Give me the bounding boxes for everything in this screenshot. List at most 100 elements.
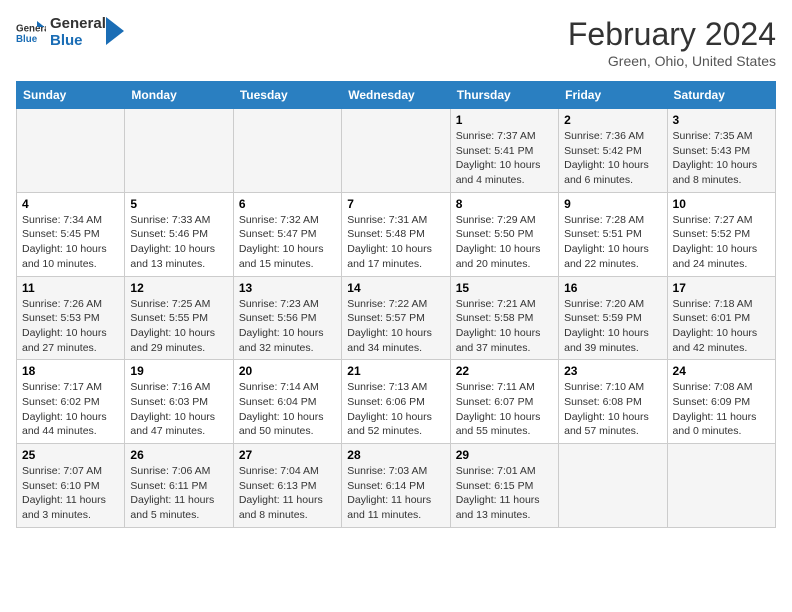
calendar-cell: 10 Sunrise: 7:27 AM Sunset: 5:52 PM Dayli… — [667, 192, 775, 276]
calendar-body: 1Sunrise: 7:37 AM Sunset: 5:41 PM Daylig… — [17, 109, 776, 528]
day-info: Sunrise: 7:21 AM Sunset: 5:58 PM Dayligh… — [456, 297, 553, 356]
weekday-header: Sunday — [17, 82, 125, 109]
weekday-header: Thursday — [450, 82, 558, 109]
day-number: 23 — [564, 364, 661, 378]
calendar-header: SundayMondayTuesdayWednesdayThursdayFrid… — [17, 82, 776, 109]
calendar-cell: 7 Sunrise: 7:31 AM Sunset: 5:48 PM Daylig… — [342, 192, 450, 276]
calendar-cell: 13Sunrise: 7:23 AM Sunset: 5:56 PM Dayli… — [233, 276, 341, 360]
calendar-table: SundayMondayTuesdayWednesdayThursdayFrid… — [16, 81, 776, 528]
calendar-cell: 17 Sunrise: 7:18 AM Sunset: 6:01 PM Dayli… — [667, 276, 775, 360]
day-number: 1 — [456, 113, 553, 127]
calendar-cell — [342, 109, 450, 193]
day-number: 21 — [347, 364, 444, 378]
day-info: Sunrise: 7:16 AM Sunset: 6:03 PM Dayligh… — [130, 380, 227, 439]
day-number: 3 — [673, 113, 770, 127]
calendar-week-row: 18Sunrise: 7:17 AM Sunset: 6:02 PM Dayli… — [17, 360, 776, 444]
day-info: Sunrise: 7:23 AM Sunset: 5:56 PM Dayligh… — [239, 297, 336, 356]
location: Green, Ohio, United States — [568, 53, 776, 69]
day-info: Sunrise: 7:27 AM Sunset: 5:52 PM Dayligh… — [673, 213, 770, 272]
day-number: 19 — [130, 364, 227, 378]
day-number: 26 — [130, 448, 227, 462]
day-info: Sunrise: 7:20 AM Sunset: 5:59 PM Dayligh… — [564, 297, 661, 356]
day-info: Sunrise: 7:22 AM Sunset: 5:57 PM Dayligh… — [347, 297, 444, 356]
calendar-cell: 15 Sunrise: 7:21 AM Sunset: 5:58 PM Dayli… — [450, 276, 558, 360]
calendar-cell: 3 Sunrise: 7:35 AM Sunset: 5:43 PM Daylig… — [667, 109, 775, 193]
day-number: 6 — [239, 197, 336, 211]
calendar-cell: 8 Sunrise: 7:29 AM Sunset: 5:50 PM Daylig… — [450, 192, 558, 276]
calendar-week-row: 1Sunrise: 7:37 AM Sunset: 5:41 PM Daylig… — [17, 109, 776, 193]
calendar-cell — [667, 444, 775, 528]
calendar-cell: 18Sunrise: 7:17 AM Sunset: 6:02 PM Dayli… — [17, 360, 125, 444]
day-number: 15 — [456, 281, 553, 295]
day-number: 20 — [239, 364, 336, 378]
header-row: SundayMondayTuesdayWednesdayThursdayFrid… — [17, 82, 776, 109]
day-number: 5 — [130, 197, 227, 211]
logo: General Blue General Blue — [16, 16, 124, 49]
logo-icon: General Blue — [16, 21, 46, 45]
calendar-cell: 2Sunrise: 7:36 AM Sunset: 5:42 PM Daylig… — [559, 109, 667, 193]
weekday-header: Monday — [125, 82, 233, 109]
day-number: 27 — [239, 448, 336, 462]
day-info: Sunrise: 7:28 AM Sunset: 5:51 PM Dayligh… — [564, 213, 661, 272]
day-info: Sunrise: 7:03 AM Sunset: 6:14 PM Dayligh… — [347, 464, 444, 523]
calendar-cell: 22 Sunrise: 7:11 AM Sunset: 6:07 PM Dayli… — [450, 360, 558, 444]
day-info: Sunrise: 7:29 AM Sunset: 5:50 PM Dayligh… — [456, 213, 553, 272]
day-info: Sunrise: 7:33 AM Sunset: 5:46 PM Dayligh… — [130, 213, 227, 272]
calendar-cell: 23 Sunrise: 7:10 AM Sunset: 6:08 PM Dayli… — [559, 360, 667, 444]
day-number: 7 — [347, 197, 444, 211]
day-number: 16 — [564, 281, 661, 295]
day-info: Sunrise: 7:11 AM Sunset: 6:07 PM Dayligh… — [456, 380, 553, 439]
day-info: Sunrise: 7:04 AM Sunset: 6:13 PM Dayligh… — [239, 464, 336, 523]
weekday-header: Tuesday — [233, 82, 341, 109]
day-info: Sunrise: 7:26 AM Sunset: 5:53 PM Dayligh… — [22, 297, 119, 356]
day-info: Sunrise: 7:18 AM Sunset: 6:01 PM Dayligh… — [673, 297, 770, 356]
calendar-cell: 5 Sunrise: 7:33 AM Sunset: 5:46 PM Daylig… — [125, 192, 233, 276]
day-info: Sunrise: 7:01 AM Sunset: 6:15 PM Dayligh… — [456, 464, 553, 523]
day-number: 22 — [456, 364, 553, 378]
day-number: 25 — [22, 448, 119, 462]
calendar-cell: 28 Sunrise: 7:03 AM Sunset: 6:14 PM Dayli… — [342, 444, 450, 528]
day-number: 12 — [130, 281, 227, 295]
calendar-cell: 19 Sunrise: 7:16 AM Sunset: 6:03 PM Dayli… — [125, 360, 233, 444]
month-title: February 2024 — [568, 16, 776, 53]
day-number: 4 — [22, 197, 119, 211]
calendar-week-row: 25Sunrise: 7:07 AM Sunset: 6:10 PM Dayli… — [17, 444, 776, 528]
day-number: 14 — [347, 281, 444, 295]
day-info: Sunrise: 7:14 AM Sunset: 6:04 PM Dayligh… — [239, 380, 336, 439]
day-info: Sunrise: 7:06 AM Sunset: 6:11 PM Dayligh… — [130, 464, 227, 523]
calendar-cell: 12Sunrise: 7:25 AM Sunset: 5:55 PM Dayli… — [125, 276, 233, 360]
calendar-cell: 11 Sunrise: 7:26 AM Sunset: 5:53 PM Dayli… — [17, 276, 125, 360]
page-header: General Blue General Blue February 2024 … — [16, 16, 776, 69]
calendar-cell — [559, 444, 667, 528]
day-info: Sunrise: 7:08 AM Sunset: 6:09 PM Dayligh… — [673, 380, 770, 439]
day-number: 18 — [22, 364, 119, 378]
day-info: Sunrise: 7:35 AM Sunset: 5:43 PM Dayligh… — [673, 129, 770, 188]
calendar-week-row: 11 Sunrise: 7:26 AM Sunset: 5:53 PM Dayli… — [17, 276, 776, 360]
calendar-cell: 6Sunrise: 7:32 AM Sunset: 5:47 PM Daylig… — [233, 192, 341, 276]
title-block: February 2024 Green, Ohio, United States — [568, 16, 776, 69]
weekday-header: Saturday — [667, 82, 775, 109]
calendar-cell: 9 Sunrise: 7:28 AM Sunset: 5:51 PM Daylig… — [559, 192, 667, 276]
calendar-cell: 14 Sunrise: 7:22 AM Sunset: 5:57 PM Dayli… — [342, 276, 450, 360]
day-number: 11 — [22, 281, 119, 295]
calendar-cell: 26 Sunrise: 7:06 AM Sunset: 6:11 PM Dayli… — [125, 444, 233, 528]
day-info: Sunrise: 7:31 AM Sunset: 5:48 PM Dayligh… — [347, 213, 444, 272]
calendar-cell: 29Sunrise: 7:01 AM Sunset: 6:15 PM Dayli… — [450, 444, 558, 528]
day-number: 28 — [347, 448, 444, 462]
day-info: Sunrise: 7:13 AM Sunset: 6:06 PM Dayligh… — [347, 380, 444, 439]
calendar-cell: 27 Sunrise: 7:04 AM Sunset: 6:13 PM Dayli… — [233, 444, 341, 528]
calendar-cell: 1Sunrise: 7:37 AM Sunset: 5:41 PM Daylig… — [450, 109, 558, 193]
calendar-cell — [17, 109, 125, 193]
day-number: 10 — [673, 197, 770, 211]
calendar-cell: 4 Sunrise: 7:34 AM Sunset: 5:45 PM Daylig… — [17, 192, 125, 276]
svg-text:Blue: Blue — [16, 34, 38, 45]
day-info: Sunrise: 7:34 AM Sunset: 5:45 PM Dayligh… — [22, 213, 119, 272]
logo-arrow-icon — [106, 17, 124, 45]
day-number: 17 — [673, 281, 770, 295]
day-number: 9 — [564, 197, 661, 211]
day-info: Sunrise: 7:10 AM Sunset: 6:08 PM Dayligh… — [564, 380, 661, 439]
calendar-cell: 16 Sunrise: 7:20 AM Sunset: 5:59 PM Dayli… — [559, 276, 667, 360]
weekday-header: Wednesday — [342, 82, 450, 109]
calendar-week-row: 4 Sunrise: 7:34 AM Sunset: 5:45 PM Daylig… — [17, 192, 776, 276]
day-number: 8 — [456, 197, 553, 211]
